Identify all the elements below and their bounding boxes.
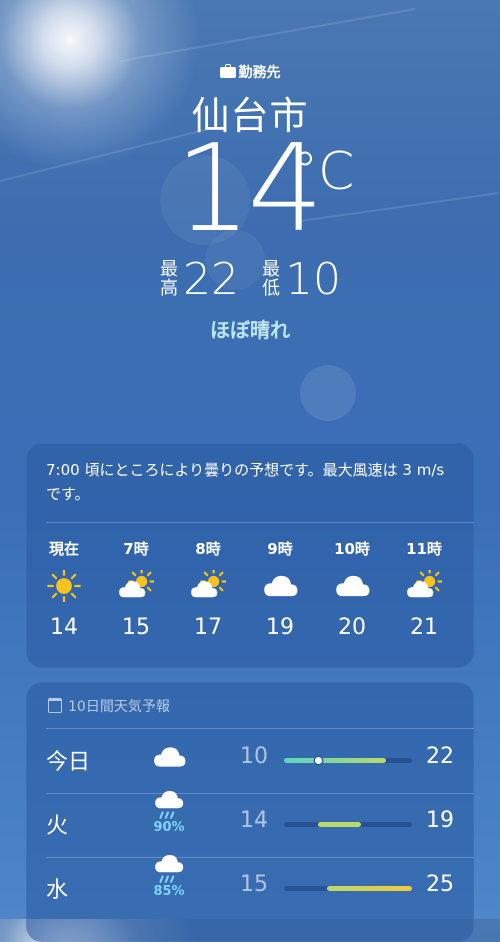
hour-item: 11時 21 [394, 538, 454, 640]
forecast-day-row[interactable]: 火 90% 14 19 [26, 791, 474, 858]
hour-time: 9時 [267, 540, 293, 558]
high-label: 最高 [160, 259, 178, 299]
forecast-low: 10 [240, 744, 268, 769]
partly-cloudy-icon [119, 568, 156, 598]
hour-time: 7時 [123, 540, 149, 558]
hour-item: 8時 17 [178, 538, 238, 640]
cloud-icon [154, 747, 186, 767]
calendar-icon [48, 698, 62, 713]
cloud-icon [336, 575, 370, 597]
forecast-day-row[interactable]: 水 85% 15 25 [26, 855, 474, 922]
forecast-icon-wrap [144, 742, 194, 776]
forecast-icon-wrap: 90% [144, 790, 194, 835]
precipitation-chance: 85% [153, 884, 185, 899]
cloud-streak [119, 7, 416, 62]
hour-icon [106, 568, 166, 610]
partly-cloudy-icon [407, 568, 444, 598]
temperature-range-bar [326, 886, 412, 891]
temperature-range-bar [318, 822, 361, 827]
hour-icon [322, 570, 382, 610]
hour-temperature: 14 [50, 615, 78, 640]
partly-cloudy-icon [191, 568, 228, 598]
sun-icon [47, 569, 81, 603]
hourly-forecast-card[interactable]: 7:00 頃にところにより曇りの予想です。最大風速は 3 m/s です。 現在 1… [26, 443, 474, 668]
temperature-range-track [284, 886, 412, 891]
forecast-high: 25 [426, 872, 454, 897]
forecast-header: 10日間天気予報 [48, 696, 170, 716]
cloud-icon [264, 575, 298, 597]
hour-item: 現在 14 [34, 538, 94, 640]
forecast-low: 15 [240, 872, 268, 897]
forecast-day: 今日 [46, 750, 91, 775]
forecast-day: 水 [46, 878, 69, 903]
condition-text: ほぼ晴れ [210, 318, 290, 342]
forecast-high: 22 [426, 744, 454, 769]
forecast-day-row[interactable]: 今日 10 22 [26, 730, 474, 794]
hour-time: 10時 [334, 540, 370, 558]
briefcase-icon [219, 64, 236, 78]
hour-temperature: 21 [410, 615, 438, 640]
hour-time: 現在 [48, 540, 79, 558]
temperature-unit: °C [292, 142, 355, 202]
temperature-range-bar [284, 758, 387, 763]
precipitation-chance: 90% [153, 820, 185, 835]
divider [46, 728, 474, 729]
ten-day-forecast-card[interactable]: 10日間天気予報 今日 10 22 火 90% 14 19 水 85% 15 25 [26, 682, 474, 942]
high-temperature: 22 [183, 254, 239, 305]
rain-icon [155, 791, 184, 819]
forecast-summary: 7:00 頃にところにより曇りの予想です。最大風速は 3 m/s です。 [46, 461, 445, 503]
hour-icon [178, 568, 238, 610]
high-low: 最高 22 最低 10 [0, 258, 500, 302]
rain-icon [155, 855, 184, 883]
hour-icon [34, 569, 94, 610]
hour-temperature: 15 [122, 615, 150, 640]
hour-time: 11時 [406, 540, 442, 558]
hour-icon [250, 570, 310, 610]
forecast-high: 19 [426, 808, 454, 833]
hour-temperature: 19 [266, 615, 294, 640]
hour-temperature: 20 [338, 615, 366, 640]
divider [46, 522, 474, 523]
location-tag: 勤務先 [0, 62, 500, 82]
hour-temperature: 17 [194, 615, 222, 640]
hour-item: 7時 15 [106, 538, 166, 640]
temperature-range-track [284, 822, 412, 827]
hour-icon [394, 568, 454, 610]
low-label: 最低 [262, 259, 280, 299]
hour-item: 10時 20 [322, 538, 382, 640]
lens-flare [300, 365, 356, 421]
hour-time: 8時 [195, 540, 221, 558]
forecast-icon-wrap: 85% [144, 854, 194, 899]
forecast-header-label: 10日間天気予報 [68, 699, 170, 715]
hour-item: 9時 19 [250, 538, 310, 640]
low-temperature: 10 [285, 254, 341, 305]
forecast-low: 14 [240, 808, 268, 833]
forecast-day: 火 [46, 814, 69, 839]
temperature-range-track [284, 757, 412, 764]
location-tag-label: 勤務先 [238, 65, 281, 81]
